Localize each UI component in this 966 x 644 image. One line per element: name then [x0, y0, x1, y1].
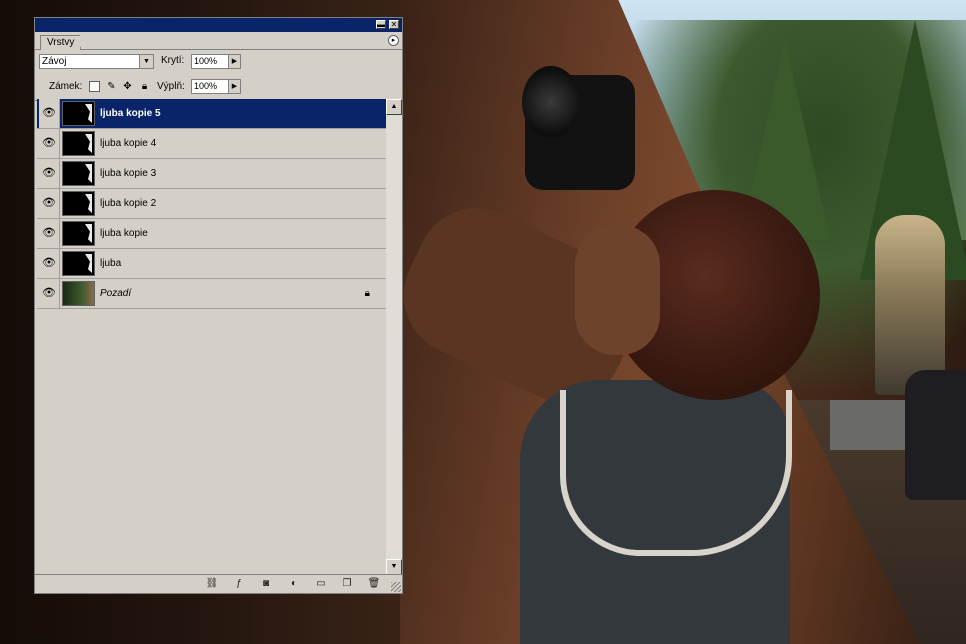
trash-icon[interactable]: 🗑︎: [367, 577, 381, 590]
chevron-down-icon[interactable]: ▼: [139, 55, 153, 68]
new-group-icon[interactable]: ▭: [314, 577, 328, 590]
layer-name: ljuba kopie 4: [100, 138, 157, 149]
layer-row[interactable]: 👁︎ ljuba kopie 4: [37, 129, 386, 159]
fill-slider-button[interactable]: ▶: [228, 79, 241, 94]
lock-label: Zámek:: [49, 81, 83, 92]
bystander-figure: [875, 215, 945, 395]
lock-position-move-icon[interactable]: ✥: [122, 81, 133, 92]
layers-panel: ▬ ✕ Vrstvy ▸ Závoj ▼ Krytí: 100% ▶ Zámek…: [34, 17, 403, 594]
link-icon[interactable]: ⛓: [205, 577, 219, 590]
layer-thumbnail: [62, 101, 95, 126]
eye-icon[interactable]: 👁︎: [39, 129, 60, 158]
opacity-label: Krytí:: [161, 55, 185, 66]
layer-row[interactable]: 👁︎ ljuba: [37, 249, 386, 279]
layers-list: 👁︎ ljuba kopie 5 👁︎ ljuba kopie 4 👁︎ lju…: [37, 99, 386, 575]
layer-name: ljuba kopie 5: [100, 108, 161, 119]
layer-row[interactable]: 👁︎ ljuba kopie 2: [37, 189, 386, 219]
panel-bottom-toolbar: ⛓ ƒ ◙ ◐ ▭ ❐ 🗑︎: [35, 574, 402, 593]
layer-thumbnail: [62, 281, 95, 306]
close-button[interactable]: ✕: [389, 20, 399, 29]
lock-icon: 🔒︎: [364, 288, 370, 299]
mask-icon[interactable]: ◙: [259, 577, 273, 590]
eye-icon[interactable]: 👁︎: [39, 219, 60, 248]
layers-scrollbar[interactable]: ▲ ▼: [386, 99, 402, 575]
eye-icon[interactable]: 👁︎: [39, 159, 60, 188]
blend-mode-value: Závoj: [42, 56, 67, 67]
new-layer-icon[interactable]: ❐: [340, 577, 354, 590]
layer-thumbnail: [62, 221, 95, 246]
fill-input[interactable]: 100%: [191, 79, 229, 94]
layer-thumbnail: [62, 191, 95, 216]
adjustment-layer-icon[interactable]: ◐: [287, 577, 301, 590]
layer-name: Pozadí: [100, 288, 132, 299]
layer-style-icon[interactable]: ƒ: [232, 577, 246, 590]
eye-icon[interactable]: 👁︎: [39, 99, 60, 128]
opacity-slider-button[interactable]: ▶: [228, 54, 241, 69]
layer-row[interactable]: 👁︎ Pozadí 🔒︎: [37, 279, 386, 309]
fill-label: Výplň:: [157, 81, 185, 92]
minimize-button[interactable]: ▬: [376, 20, 386, 29]
blend-mode-select[interactable]: Závoj ▼: [39, 54, 154, 69]
eye-icon[interactable]: 👁︎: [39, 189, 60, 218]
layer-thumbnail: [62, 131, 95, 156]
panel-menu-button[interactable]: ▸: [388, 35, 399, 46]
layer-thumbnail: [62, 161, 95, 186]
resize-grip[interactable]: [391, 582, 401, 592]
lock-fill-row: Zámek: ✎ ✥ 🔒︎ Výplň: 100% ▶: [35, 74, 402, 101]
lock-pixels-brush-icon[interactable]: ✎: [106, 81, 117, 92]
layer-name: ljuba kopie 2: [100, 198, 157, 209]
tab-layers[interactable]: Vrstvy: [40, 35, 91, 50]
layer-name: ljuba kopie: [100, 228, 148, 239]
opacity-input[interactable]: 100%: [191, 54, 229, 69]
layer-row[interactable]: 👁︎ ljuba kopie 3: [37, 159, 386, 189]
scroll-up-button[interactable]: ▲: [386, 99, 402, 115]
layer-row[interactable]: 👁︎ ljuba kopie 5: [37, 99, 386, 129]
layer-thumbnail: [62, 251, 95, 276]
layer-name: ljuba: [100, 258, 122, 269]
panel-tab-row: Vrstvy ▸: [35, 32, 402, 50]
tank-top-strap: [560, 390, 792, 556]
scroll-down-button[interactable]: ▼: [386, 559, 402, 575]
eye-icon[interactable]: 👁︎: [39, 249, 60, 278]
camera-lens: [522, 66, 580, 138]
photographer-face: [575, 225, 660, 355]
panel-titlebar[interactable]: ▬ ✕: [35, 18, 402, 32]
eye-icon[interactable]: 👁︎: [39, 279, 60, 308]
seated-figure: [905, 370, 966, 500]
layer-row[interactable]: 👁︎ ljuba kopie: [37, 219, 386, 249]
lock-all-icon[interactable]: 🔒︎: [139, 81, 150, 92]
lock-transparency-icon[interactable]: [89, 81, 100, 92]
layer-name: ljuba kopie 3: [100, 168, 157, 179]
blend-opacity-row: Závoj ▼ Krytí: 100% ▶: [35, 50, 402, 74]
